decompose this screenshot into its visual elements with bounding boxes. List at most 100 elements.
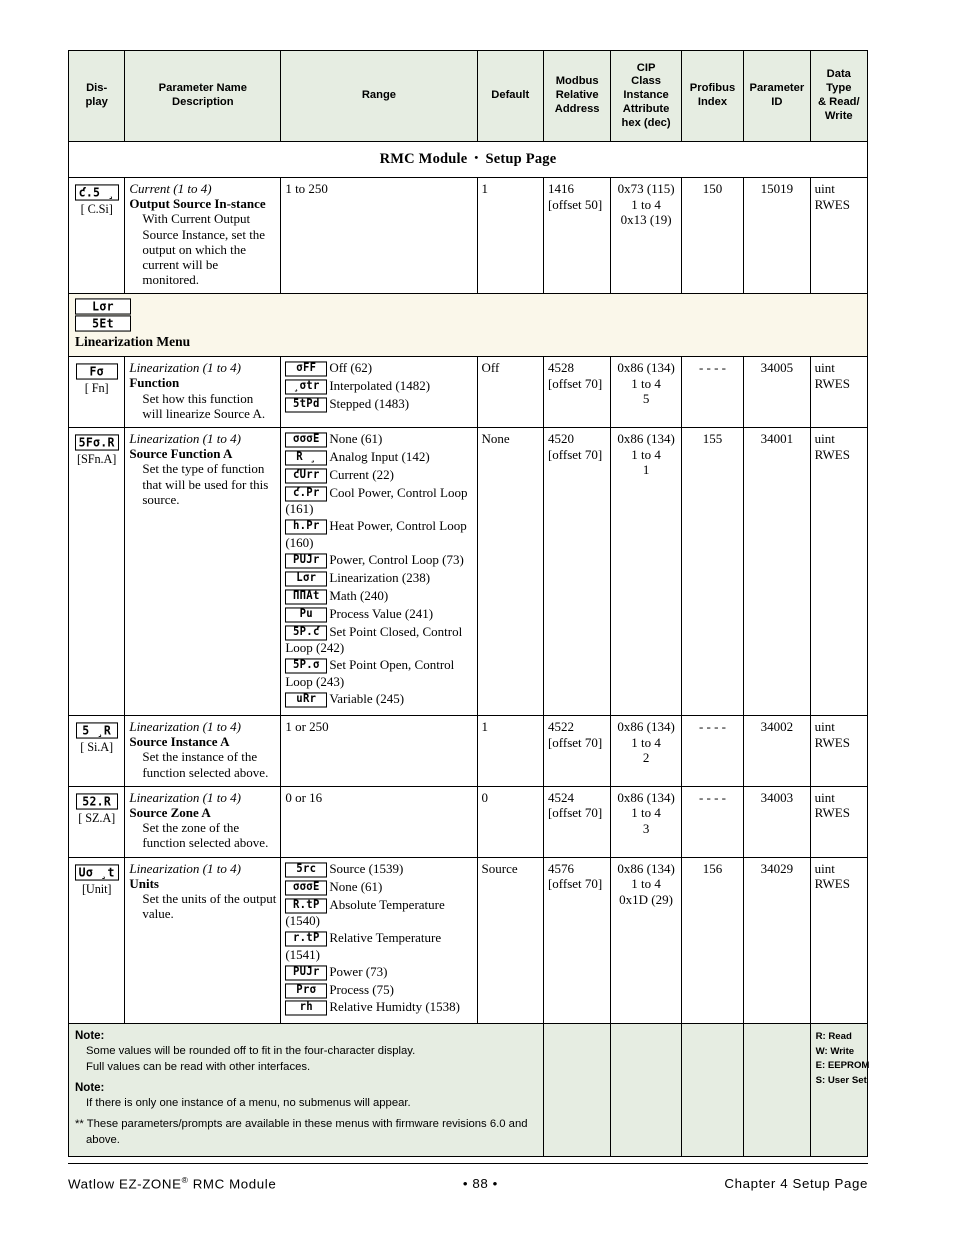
parameter-description: Set the instance of the function selecte… <box>142 749 269 780</box>
profibus-cell: 155 <box>680 427 745 717</box>
default-cell: None <box>476 427 544 717</box>
data-type-cell: uint RWES <box>809 856 869 1025</box>
note-text: Some values will be rounded off to fit i… <box>86 1045 416 1058</box>
col-header-modbus-l1: Modbus <box>555 75 599 88</box>
range-option-label: Source (1539) <box>329 860 404 876</box>
lcd-display-glyph: Fσ <box>75 363 118 381</box>
cip-class: 0x86 (134) <box>617 431 675 447</box>
cip-class: 0x86 (134) <box>617 360 675 376</box>
lcd-option-glyph: PUJr <box>285 553 328 569</box>
data-type-cell: uint RWES <box>809 356 869 429</box>
modbus-cell: 4576 [offset 70] <box>542 856 612 1025</box>
range-option-label: Relative Humidty (1538) <box>329 999 461 1015</box>
parameter-name: Function <box>129 375 180 391</box>
parameter-description: With Current Output Source Instance, set… <box>142 211 266 288</box>
data-type: uint <box>814 181 835 196</box>
range-option: Lσr Linearization (238) <box>285 570 472 587</box>
modbus-address: 4576 <box>547 860 574 876</box>
col-header-parameter-name: Parameter Name Description <box>124 50 282 142</box>
range-option-label: Analog Input (142) <box>329 448 430 464</box>
lcd-option-glyph: r.tP <box>285 931 328 948</box>
lcd-display-text: [ Si.A] <box>80 740 114 755</box>
lcd-menu-glyph-line2: 5Et <box>75 315 131 332</box>
modbus-cell: 4524 [offset 70] <box>542 785 612 858</box>
notes-cell: Note: Some values will be rounded off to… <box>68 1023 544 1158</box>
read-write-legend: R: Read W: Write E: EEPROM S: User Set <box>809 1023 870 1158</box>
lcd-display-glyph: 52.R <box>75 793 118 810</box>
col-header-modbus-l2: Relative <box>555 89 599 102</box>
parameter-name: Source Instance A <box>129 734 230 750</box>
range-cell: 0 or 16 <box>280 785 478 858</box>
range-option: rh Relative Humidty (1538) <box>285 999 472 1017</box>
data-type-cell: uint RWES <box>809 715 869 787</box>
col-header-data-type: Data Type & Read/ Write <box>809 50 869 142</box>
col-header-range: Range <box>280 50 478 142</box>
col-header-paramid-l2: ID <box>771 96 783 108</box>
cip-instance: 1 to 4 <box>631 375 661 391</box>
lcd-display-glyph: 5Fσ.R <box>74 434 119 452</box>
modbus-offset: [offset 50] <box>547 196 603 212</box>
lcd-option-glyph: ¸σtr <box>285 379 328 396</box>
setup-page-table-container: RMC Module • Setup Page Dis- play Paramete… <box>67 50 870 1158</box>
range-option: σσσE None (61) <box>285 879 472 896</box>
profibus-cell: - - - - <box>680 785 745 858</box>
col-header-datatype-l2: Type <box>826 82 852 95</box>
lcd-option-glyph: Pu <box>285 607 328 623</box>
cip-cell: 0x86 (134) 1 to 4 3 <box>610 785 682 858</box>
parameter-name: Units <box>129 875 159 891</box>
default-cell: 1 <box>476 176 544 295</box>
range-option: ƈ.Pr Cool Power, Control Loop (161) <box>285 485 472 517</box>
parameter-cell: Linearization (1 to 4) Source Function A… <box>124 427 282 717</box>
note-text: If there is only one instance of a menu,… <box>86 1096 411 1109</box>
table-title-row: RMC Module • Setup Page <box>68 141 868 178</box>
range-option: Pu Process Value (241) <box>285 606 472 623</box>
range-option: h.Pr Heat Power, Control Loop (160) <box>285 518 472 550</box>
lcd-option-glyph: h.Pr <box>285 519 328 536</box>
data-type: uint <box>814 431 835 447</box>
parameter-menu-scope: Linearization (1 to 4) <box>129 431 241 447</box>
parameter-id-cell: 34005 <box>743 356 811 429</box>
legend-eeprom: E: EEPROM <box>815 1060 870 1072</box>
range-option-label: Variable (245) <box>329 690 405 706</box>
default-cell: 0 <box>476 785 544 858</box>
parameter-description: Set the type of function that will be us… <box>142 461 269 507</box>
col-header-datatype-l3: & Read/ <box>817 96 860 108</box>
cip-instance: 1 to 4 <box>631 876 661 892</box>
notes-blank-profibus <box>680 1023 745 1158</box>
col-header-cip-l2: Class <box>631 75 661 88</box>
col-header-profibus-l1: Profibus <box>689 82 736 95</box>
parameter-menu-scope: Linearization (1 to 4) <box>129 360 241 376</box>
cip-instance: 1 to 4 <box>631 446 661 462</box>
firmware-note-text: ** These parameters/prompts are availabl… <box>75 1118 528 1146</box>
read-write-flags: RWES <box>814 805 850 821</box>
range-value: 1 or 250 <box>285 719 329 735</box>
modbus-address: 4528 <box>547 360 574 376</box>
range-option: ƈUrr Current (22) <box>285 467 472 484</box>
range-option: 5P.ƈ Set Point Closed, Control Loop (242) <box>285 624 472 656</box>
read-write-flags: RWES <box>814 734 850 750</box>
legend-write: W: Write <box>815 1045 855 1057</box>
cip-instance: 1 to 4 <box>631 196 661 212</box>
range-cell: σσσE None (61) R ¸ Analog Input (142) ƈUrr… <box>280 427 478 717</box>
display-cell: Fσ [ Fn] <box>67 356 126 429</box>
modbus-cell: 4528 [offset 70] <box>542 356 612 429</box>
table-title-sub: Setup Page <box>485 151 557 167</box>
footer-chapter: Chapter 4 Setup Page <box>724 1176 868 1192</box>
modbus-address: 4522 <box>547 719 574 735</box>
range-option: r.tP Relative Temperature (1541) <box>285 930 472 962</box>
lcd-option-glyph: uRr <box>285 692 328 708</box>
profibus-cell: 156 <box>680 856 745 1025</box>
lcd-option-glyph: R.tP <box>285 897 328 914</box>
col-header-cip: CIP Class Instance Attribute hex (dec) <box>610 50 682 142</box>
range-option: ¸σtr Interpolated (1482) <box>285 378 472 396</box>
table-row: 5 ¸R [ Si.A] Linearization (1 to 4) Sour… <box>67 715 869 787</box>
range-option: 5P.σ Set Point Open, Control Loop (243) <box>285 657 472 689</box>
modbus-cell: 1416 [offset 50] <box>542 176 612 295</box>
cip-cell: 0x86 (134) 1 to 4 5 <box>610 356 682 429</box>
default-cell: 1 <box>476 715 544 787</box>
col-header-cip-l1: CIP <box>636 61 656 74</box>
parameter-id-cell: 34001 <box>743 427 811 717</box>
range-option: R ¸ Analog Input (142) <box>285 448 472 466</box>
range-cell: 5rc Source (1539) σσσE None (61) R.tP Absol… <box>280 856 478 1025</box>
lcd-option-glyph: PUJr <box>285 965 328 981</box>
